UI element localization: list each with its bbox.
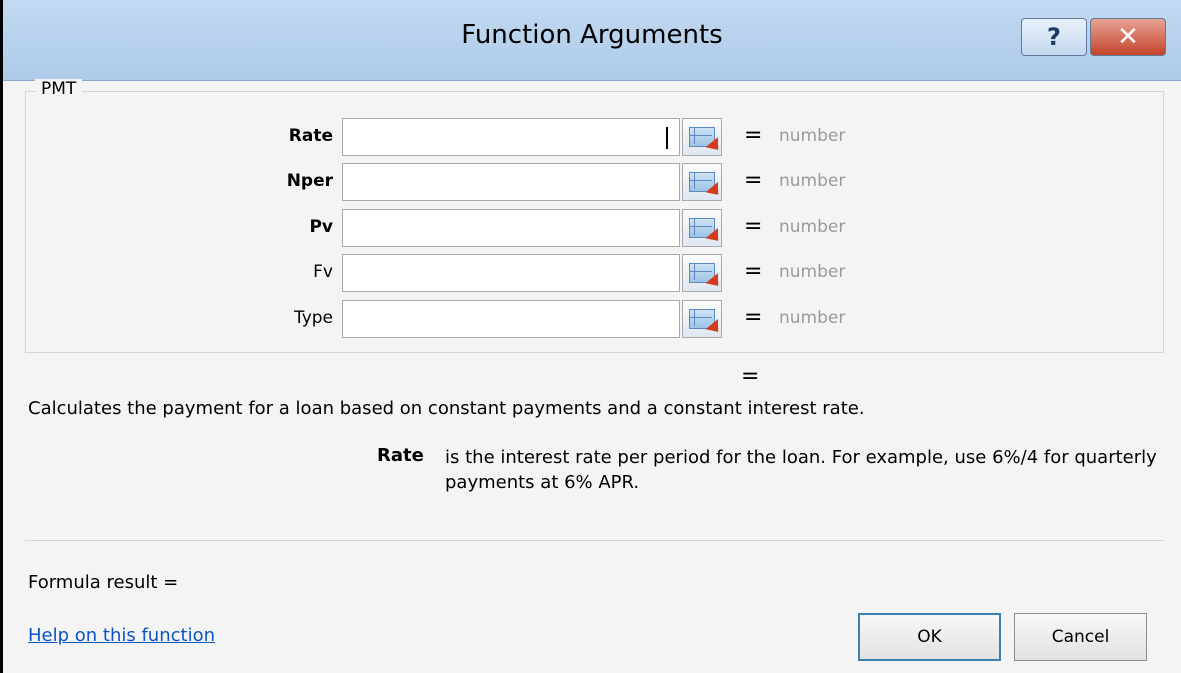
argument-input-rate[interactable] [342, 118, 680, 156]
help-button[interactable]: ? [1021, 18, 1087, 56]
cancel-button[interactable]: Cancel [1014, 613, 1147, 661]
collapse-dialog-button[interactable] [682, 118, 725, 156]
argument-result: number [779, 126, 846, 146]
function-result-equals: = [741, 364, 760, 389]
ok-button[interactable]: OK [858, 613, 1001, 661]
argument-equals: = [744, 259, 763, 284]
argument-label: Pv [309, 217, 333, 237]
dialog-title: Function Arguments [461, 20, 723, 50]
argument-equals: = [744, 123, 763, 148]
collapse-dialog-icon [689, 263, 725, 291]
argument-input-nper[interactable] [342, 163, 680, 201]
argument-label: Rate [288, 126, 333, 146]
argument-label: Fv [313, 262, 333, 282]
function-description: Calculates the payment for a loan based … [28, 398, 865, 419]
argument-input-pv[interactable] [342, 209, 680, 247]
collapse-dialog-icon [689, 127, 725, 155]
argument-input-fv[interactable] [342, 254, 680, 292]
close-button[interactable]: ✕ [1090, 18, 1166, 56]
argument-row-type: Type = number [3, 300, 1181, 340]
divider [25, 540, 1164, 541]
group-label: PMT [35, 79, 83, 99]
argument-row-rate: Rate = number [3, 118, 1181, 158]
argument-label: Type [293, 308, 333, 328]
collapse-dialog-button[interactable] [682, 209, 725, 247]
help-icon: ? [1047, 23, 1061, 51]
collapse-dialog-icon [689, 218, 725, 246]
collapse-dialog-button[interactable] [682, 254, 725, 292]
argument-equals: = [744, 305, 763, 330]
help-on-function-link[interactable]: Help on this function [28, 625, 215, 646]
close-icon: ✕ [1117, 22, 1139, 52]
argument-help-name: Rate [377, 445, 424, 466]
argument-result: number [779, 217, 846, 237]
function-arguments-dialog: Function Arguments ? ✕ PMT Rate = number Np… [0, 0, 1181, 673]
collapse-dialog-icon [689, 172, 725, 200]
argument-result: number [779, 308, 846, 328]
argument-result: number [779, 262, 846, 282]
argument-row-nper: Nper = number [3, 163, 1181, 203]
argument-equals: = [744, 214, 763, 239]
argument-row-pv: Pv = number [3, 209, 1181, 249]
argument-input-type[interactable] [342, 300, 680, 338]
formula-result-label: Formula result = [28, 572, 179, 593]
argument-result: number [779, 171, 846, 191]
argument-label: Nper [286, 171, 333, 191]
argument-row-fv: Fv = number [3, 254, 1181, 294]
argument-equals: = [744, 168, 763, 193]
collapse-dialog-button[interactable] [682, 163, 725, 201]
collapse-dialog-icon [689, 309, 725, 337]
text-cursor [666, 127, 668, 149]
collapse-dialog-button[interactable] [682, 300, 725, 338]
title-bar[interactable]: Function Arguments ? ✕ [3, 0, 1181, 81]
argument-help-text: is the interest rate per period for the … [445, 447, 1157, 493]
